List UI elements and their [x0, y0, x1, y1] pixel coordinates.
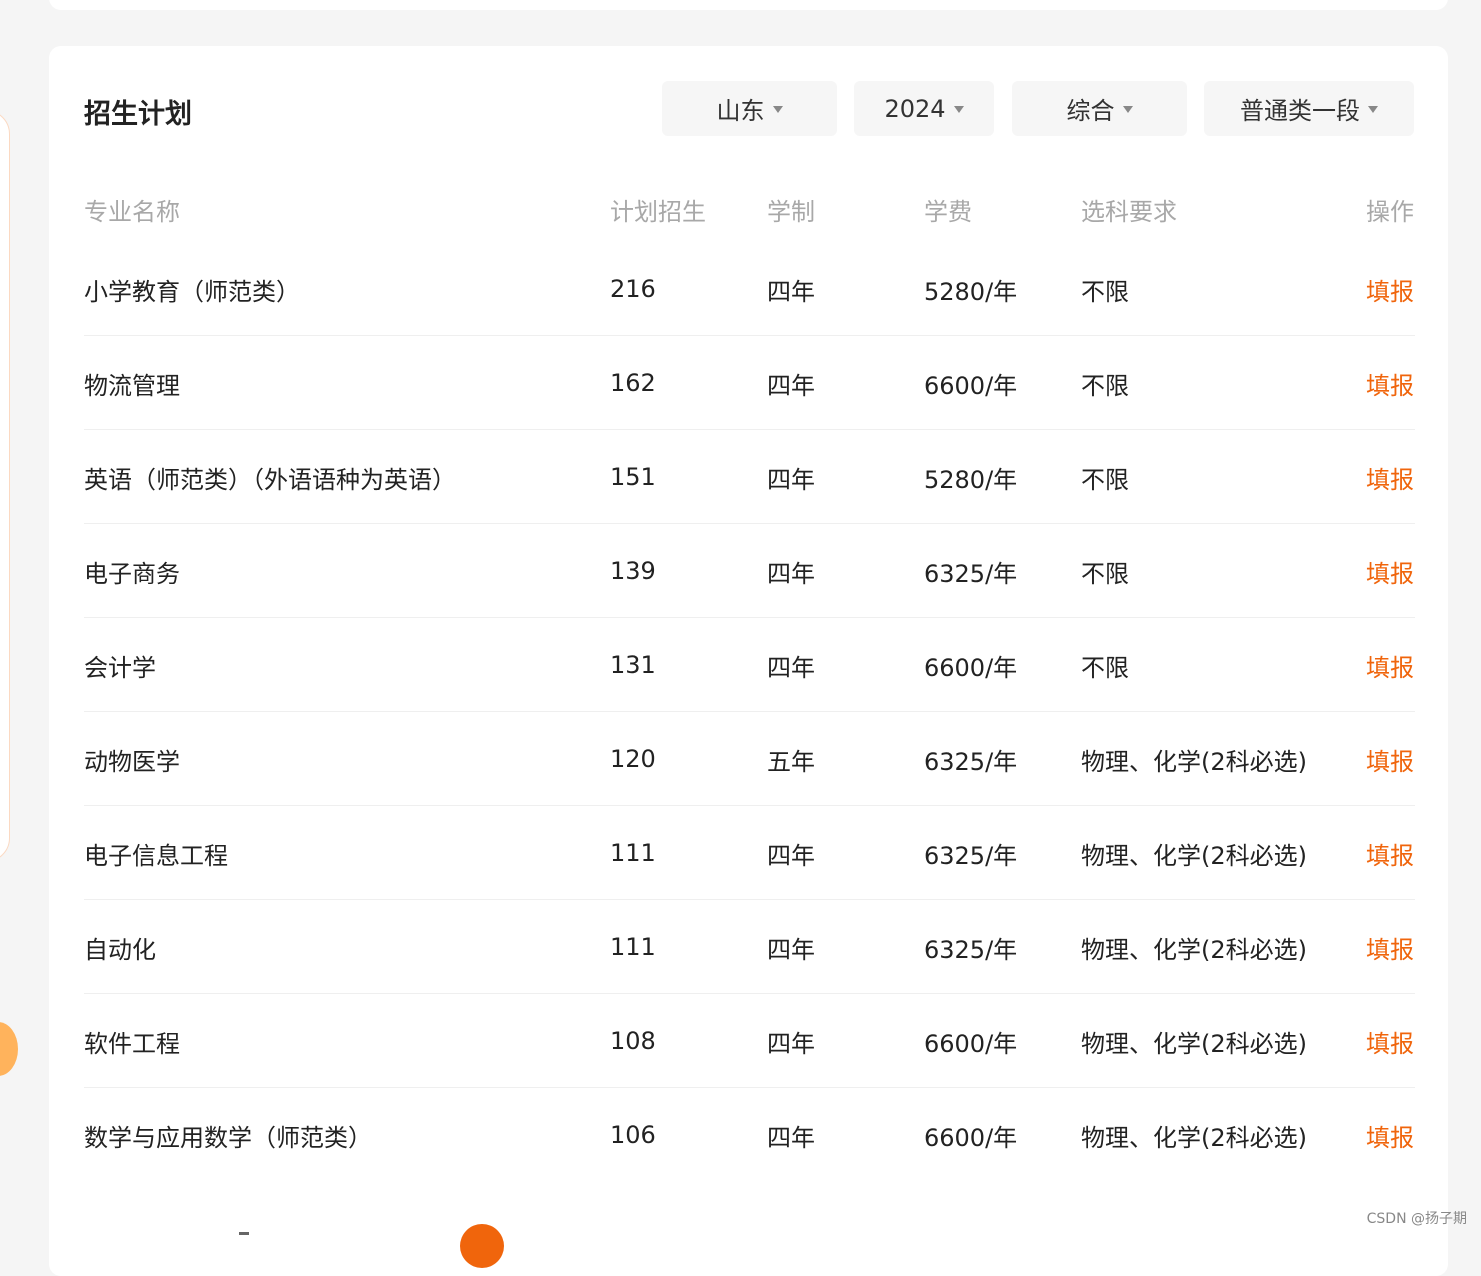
major-name: 电子信息工程 — [84, 841, 228, 870]
major-name: 会计学 — [84, 653, 156, 682]
plan-count: 131 — [610, 651, 656, 679]
table-row: 电子商务 139 四年 6325/年 不限 填报 — [84, 524, 1415, 618]
major-name: 软件工程 — [84, 1029, 180, 1058]
study-years: 四年 — [767, 1123, 815, 1152]
table-row: 物流管理 162 四年 6600/年 不限 填报 — [84, 336, 1415, 430]
study-years: 四年 — [767, 653, 815, 682]
year-select[interactable]: 2024 — [854, 81, 994, 136]
year-select-label: 2024 — [884, 94, 946, 123]
apply-link[interactable]: 填报 — [1366, 618, 1414, 712]
watermark: CSDN @扬子期 — [1366, 1211, 1467, 1227]
subject-requirement: 不限 — [1081, 371, 1129, 400]
table-row: 软件工程 108 四年 6600/年 物理、化学(2科必选) 填报 — [84, 994, 1415, 1088]
header-name: 专业名称 — [84, 198, 180, 226]
pagination-current-page[interactable] — [460, 1224, 504, 1268]
table-row: 会计学 131 四年 6600/年 不限 填报 — [84, 618, 1415, 712]
table-row: 小学教育（师范类） 216 四年 5280/年 不限 填报 — [84, 242, 1415, 336]
plan-count: 111 — [610, 839, 656, 867]
apply-link[interactable]: 填报 — [1366, 900, 1414, 994]
tuition-fee: 6325/年 — [924, 559, 1018, 588]
caret-down-icon — [1122, 106, 1133, 113]
plan-count: 111 — [610, 933, 656, 961]
major-name: 自动化 — [84, 935, 156, 964]
subject-requirement: 物理、化学(2科必选) — [1081, 1029, 1307, 1058]
table-row: 英语（师范类）（外语语种为英语） 151 四年 5280/年 不限 填报 — [84, 430, 1415, 524]
pagination-prev-icon[interactable] — [239, 1232, 249, 1235]
province-select[interactable]: 山东 — [662, 81, 837, 136]
study-years: 四年 — [767, 559, 815, 588]
apply-link[interactable]: 填报 — [1366, 994, 1414, 1088]
plan-count: 139 — [610, 557, 656, 585]
header-requirement: 选科要求 — [1081, 198, 1177, 226]
header-years: 学制 — [767, 198, 815, 226]
floating-assistant-icon[interactable] — [0, 1022, 18, 1076]
subject-requirement: 物理、化学(2科必选) — [1081, 1123, 1307, 1152]
plan-count: 162 — [610, 369, 656, 397]
caret-down-icon — [772, 106, 783, 113]
tuition-fee: 6600/年 — [924, 1029, 1018, 1058]
study-years: 五年 — [767, 747, 815, 776]
subject-requirement: 物理、化学(2科必选) — [1081, 747, 1307, 776]
apply-link[interactable]: 填报 — [1366, 524, 1414, 618]
apply-link[interactable]: 填报 — [1366, 1088, 1414, 1182]
caret-down-icon — [1368, 106, 1378, 113]
plan-count: 151 — [610, 463, 656, 491]
table-row: 自动化 111 四年 6325/年 物理、化学(2科必选) 填报 — [84, 900, 1415, 994]
subject-requirement: 物理、化学(2科必选) — [1081, 841, 1307, 870]
major-name: 小学教育（师范类） — [84, 277, 300, 306]
tuition-fee: 6325/年 — [924, 935, 1018, 964]
table-row: 电子信息工程 111 四年 6325/年 物理、化学(2科必选) 填报 — [84, 806, 1415, 900]
header-action: 操作 — [1366, 198, 1414, 226]
tuition-fee: 6325/年 — [924, 841, 1018, 870]
subject-requirement: 不限 — [1081, 559, 1129, 588]
enrollment-plan-card: 招生计划 山东 2024 综合 普通类一段 专业名称 计划招生 学制 学费 选科… — [49, 46, 1448, 1276]
tuition-fee: 6600/年 — [924, 1123, 1018, 1152]
header-plan: 计划招生 — [610, 198, 706, 226]
previous-card — [49, 0, 1448, 10]
table-row: 数学与应用数学（师范类） 106 四年 6600/年 物理、化学(2科必选) 填… — [84, 1088, 1415, 1182]
batch-select[interactable]: 普通类一段 — [1204, 81, 1414, 136]
subject-requirement: 不限 — [1081, 465, 1129, 494]
plan-count: 108 — [610, 1027, 656, 1055]
tuition-fee: 5280/年 — [924, 465, 1018, 494]
category-select-label: 综合 — [1066, 97, 1115, 125]
apply-link[interactable]: 填报 — [1366, 430, 1414, 524]
caret-down-icon — [953, 106, 964, 113]
apply-link[interactable]: 填报 — [1366, 712, 1414, 806]
subject-requirement: 不限 — [1081, 653, 1129, 682]
apply-link[interactable]: 填报 — [1366, 806, 1414, 900]
major-name: 动物医学 — [84, 747, 180, 776]
subject-requirement: 不限 — [1081, 277, 1129, 306]
tuition-fee: 6325/年 — [924, 747, 1018, 776]
study-years: 四年 — [767, 841, 815, 870]
study-years: 四年 — [767, 371, 815, 400]
plan-count: 216 — [610, 275, 656, 303]
section-title: 招生计划 — [84, 99, 192, 130]
header-fee: 学费 — [924, 198, 972, 226]
category-select[interactable]: 综合 — [1012, 81, 1187, 136]
major-name: 物流管理 — [84, 371, 180, 400]
study-years: 四年 — [767, 277, 815, 306]
plan-count: 106 — [610, 1121, 656, 1149]
tuition-fee: 6600/年 — [924, 371, 1018, 400]
major-name: 数学与应用数学（师范类） — [84, 1123, 372, 1152]
apply-link[interactable]: 填报 — [1366, 336, 1414, 430]
side-floating-panel[interactable] — [0, 110, 10, 862]
tuition-fee: 6600/年 — [924, 653, 1018, 682]
province-select-label: 山东 — [716, 97, 765, 125]
plan-count: 120 — [610, 745, 656, 773]
study-years: 四年 — [767, 935, 815, 964]
batch-select-label: 普通类一段 — [1240, 97, 1360, 125]
subject-requirement: 物理、化学(2科必选) — [1081, 935, 1307, 964]
major-name: 电子商务 — [84, 559, 180, 588]
study-years: 四年 — [767, 1029, 815, 1058]
apply-link[interactable]: 填报 — [1366, 242, 1414, 336]
tuition-fee: 5280/年 — [924, 277, 1018, 306]
table-row: 动物医学 120 五年 6325/年 物理、化学(2科必选) 填报 — [84, 712, 1415, 806]
study-years: 四年 — [767, 465, 815, 494]
major-name: 英语（师范类）（外语语种为英语） — [84, 465, 456, 494]
